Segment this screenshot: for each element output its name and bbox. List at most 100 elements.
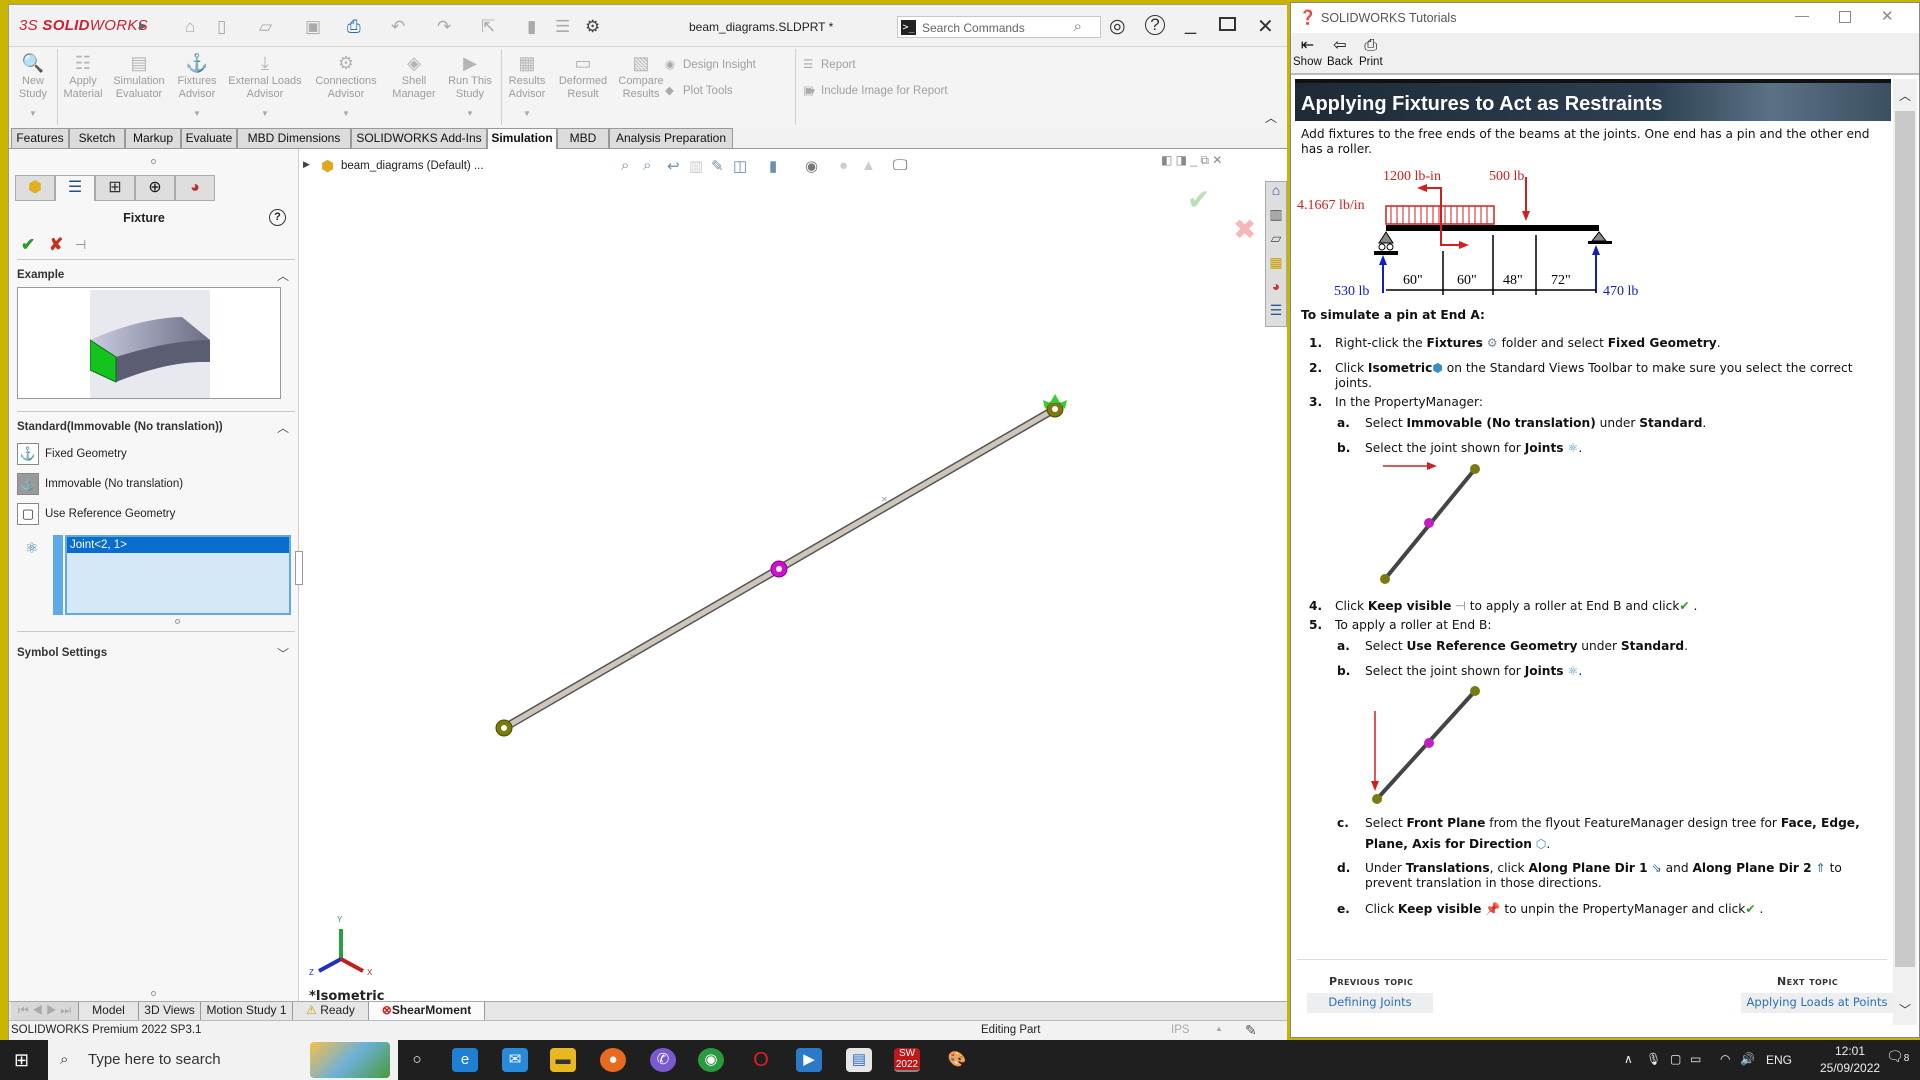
tab-mbd[interactable]: MBD <box>557 128 609 149</box>
symbol-settings-header[interactable]: Symbol Settings <box>17 647 107 659</box>
pm-help-icon[interactable]: ? <box>269 209 286 226</box>
results-advisor-button[interactable]: ▦ Results Advisor ▼ <box>505 51 549 120</box>
shell-manager-button[interactable]: ◈ Shell Manager <box>389 51 439 101</box>
collapse-ribbon-icon[interactable]: ︿ <box>1265 109 1277 126</box>
taskbar-search-input[interactable]: ⌕ Type here to search <box>48 1040 398 1080</box>
tab-solidworks-addins[interactable]: SOLIDWORKS Add-Ins <box>351 128 487 149</box>
search-commands-input[interactable]: >_ Search Commands ⌕ <box>897 16 1101 38</box>
next-topic-link[interactable]: Applying Loads at Points <box>1741 993 1893 1013</box>
media-player-icon[interactable]: ▶ <box>796 1048 822 1072</box>
tab-motion-study[interactable]: Motion Study 1 <box>201 1002 293 1020</box>
edge-icon[interactable]: e <box>452 1048 478 1072</box>
tutorial-maximize-button[interactable] <box>1839 11 1851 23</box>
menu-expand-icon[interactable]: ▶ <box>139 21 147 32</box>
user-account-icon[interactable]: ◎ <box>1109 15 1126 38</box>
home-icon[interactable]: ⌂ <box>185 17 195 37</box>
tab-markup[interactable]: Markup <box>125 128 181 149</box>
firefox-icon[interactable]: ● <box>600 1048 626 1072</box>
file-explorer-icon[interactable]: ▬ <box>550 1048 576 1072</box>
option-use-reference-geometry[interactable]: ▢ Use Reference Geometry <box>17 503 175 525</box>
tab-analysis-preparation[interactable]: Analysis Preparation <box>609 128 733 149</box>
resize-handle[interactable] <box>151 159 156 164</box>
ok-check-icon[interactable]: ✔ <box>21 235 35 255</box>
fixtures-advisor-button[interactable]: ⚓ Fixtures Advisor ▼ <box>175 51 219 120</box>
customize-status-icon[interactable]: ✎ <box>1245 1022 1257 1039</box>
tab-sketch[interactable]: Sketch <box>69 128 125 149</box>
cancel-x-icon[interactable]: ✘ <box>49 235 63 255</box>
microphone-icon[interactable]: 🎙 <box>1646 1052 1661 1066</box>
options-gear-icon[interactable]: ⚙ <box>585 17 600 37</box>
collapse-chevron-icon[interactable]: ︿ <box>277 267 289 284</box>
opera-icon[interactable]: O <box>748 1048 774 1072</box>
tab-ready-study[interactable]: ⚠ Ready <box>293 1002 369 1020</box>
resize-handle[interactable] <box>175 619 180 624</box>
paint-icon[interactable]: 🎨 <box>944 1048 970 1072</box>
windows-start-icon[interactable]: ⊞ <box>14 1050 29 1071</box>
tab-3d-views[interactable]: 3D Views <box>139 1002 201 1020</box>
close-button[interactable]: ✕ <box>1257 14 1274 39</box>
undo-icon[interactable]: ↶ <box>391 17 405 37</box>
new-study-button[interactable]: 🔍 New Study ▼ <box>15 51 51 120</box>
joints-selection-box[interactable]: Joint<2, 1> <box>65 535 291 615</box>
beam-model[interactable]: ✕ ✕ Y Z X <box>299 149 1287 1001</box>
previous-topic-link[interactable]: Defining Joints <box>1307 993 1433 1013</box>
expand-chevron-icon[interactable]: ﹀ <box>277 645 289 662</box>
camera-icon[interactable]: ▢ <box>1670 1052 1681 1066</box>
compare-results-button[interactable]: ▧ Compare Results <box>617 51 665 101</box>
apply-material-button[interactable]: ☷ Apply Material <box>63 51 103 101</box>
units-dropdown-icon[interactable]: ▲ <box>1215 1024 1223 1033</box>
mail-icon[interactable]: ✉ <box>502 1048 528 1072</box>
solidworks-2022-icon[interactable]: SW 2022 <box>894 1048 920 1072</box>
tab-simulation[interactable]: Simulation <box>487 128 557 149</box>
keep-visible-pin-icon[interactable]: ⊣ <box>75 237 86 253</box>
resize-handle[interactable] <box>151 991 156 996</box>
input-language[interactable]: ENG <box>1766 1053 1792 1067</box>
solidworks-logo[interactable]: 3S SOLIDWORKS <box>19 17 148 34</box>
plot-tools-button[interactable]: ◆ Plot Tools ▼ <box>665 83 817 97</box>
taskbar-app-icon[interactable]: ▤ <box>846 1048 872 1072</box>
scrollbar-thumb[interactable] <box>1895 111 1915 967</box>
show-button[interactable]: ⇤ Show <box>1293 36 1322 68</box>
report-button[interactable]: ☰ Report <box>803 57 856 71</box>
external-loads-button[interactable]: ⤓ External Loads Advisor ▼ <box>227 51 303 120</box>
design-insight-button[interactable]: ◉ Design Insight <box>665 57 756 71</box>
deformed-result-button[interactable]: ▭ Deformed Result <box>557 51 609 101</box>
chrome-icon[interactable]: ◉ <box>698 1048 724 1072</box>
scroll-down-icon[interactable]: ﹀ <box>1899 1001 1911 1018</box>
maximize-button[interactable] <box>1219 17 1236 31</box>
feature-manager-tab[interactable]: ⬢ <box>15 175 55 201</box>
display-manager-tab[interactable]: ◕ <box>175 175 215 201</box>
print-icon[interactable]: ⎙ <box>347 17 361 37</box>
select-icon[interactable]: ⇱ <box>481 17 495 37</box>
run-study-button[interactable]: ▶ Run This Study ▼ <box>445 51 495 120</box>
tutorial-close-button[interactable]: ✕ <box>1881 7 1894 25</box>
help-icon[interactable]: ? <box>1145 15 1165 35</box>
file-properties-icon[interactable]: ☰ <box>555 17 570 37</box>
tab-evaluate[interactable]: Evaluate <box>181 128 237 149</box>
redo-icon[interactable]: ↷ <box>437 17 451 37</box>
minimize-button[interactable]: _ <box>1185 13 1196 36</box>
option-immovable[interactable]: ⚓ Immovable (No translation) <box>17 473 183 495</box>
unit-system[interactable]: IPS <box>1171 1024 1190 1036</box>
task-view-icon[interactable]: ○ <box>404 1048 430 1072</box>
open-icon[interactable]: ▱ <box>259 17 272 37</box>
collapse-chevron-icon[interactable]: ︿ <box>277 419 289 436</box>
new-document-icon[interactable]: ▯ <box>217 17 226 37</box>
tray-expand-icon[interactable]: ∧ <box>1624 1052 1633 1066</box>
tab-features[interactable]: Features <box>11 128 69 149</box>
search-icon[interactable]: ⌕ <box>1074 18 1082 35</box>
dimxpert-tab[interactable]: ⊕ <box>135 175 175 201</box>
back-button[interactable]: ⇦ Back <box>1327 36 1353 68</box>
viber-icon[interactable]: ✆ <box>650 1048 676 1072</box>
tab-shearmoment-study[interactable]: ⊗ShearMoment <box>369 1002 485 1020</box>
simulation-evaluator-button[interactable]: ▤ Simulation Evaluator <box>111 51 167 101</box>
volume-icon[interactable]: 🔊 <box>1740 1052 1755 1066</box>
battery-icon[interactable]: ▭ <box>1690 1052 1701 1066</box>
include-image-button[interactable]: ▣ Include Image for Report <box>803 83 948 97</box>
rebuild-icon[interactable]: ▮ <box>527 17 536 37</box>
tab-scroll-arrows[interactable]: ⏮ ◀ ▶ ⏭ <box>11 1002 79 1020</box>
scroll-up-icon[interactable]: ︿ <box>1899 87 1911 104</box>
print-button[interactable]: ⎙ Print <box>1359 36 1383 68</box>
tab-model[interactable]: Model <box>79 1002 139 1020</box>
tab-mbd-dimensions[interactable]: MBD Dimensions <box>237 128 351 149</box>
